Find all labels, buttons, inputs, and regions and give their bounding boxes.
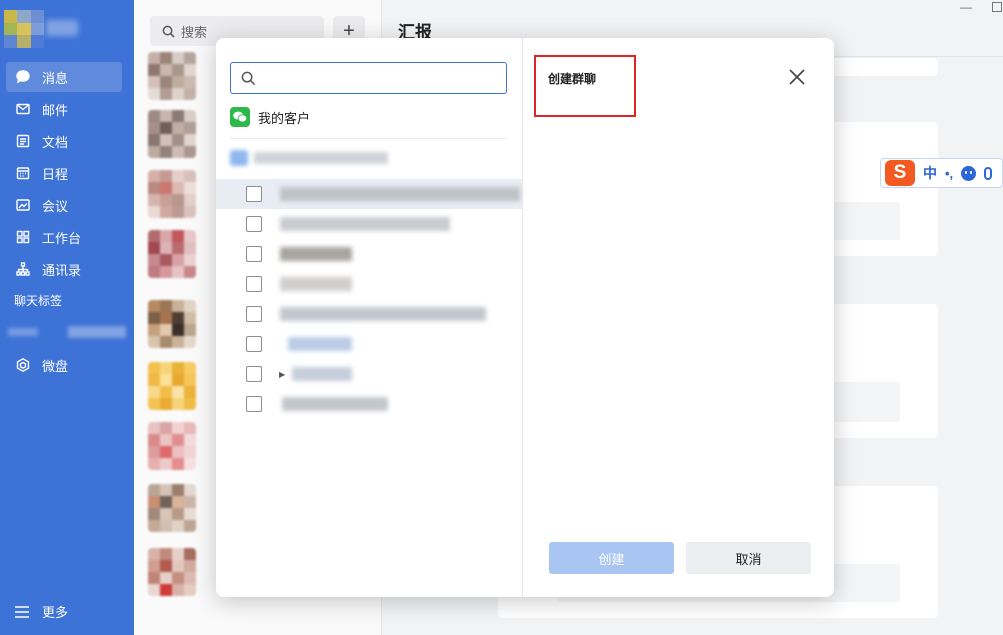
conversation-avatar[interactable] [148,110,196,158]
sidebar-item-label: 微盘 [42,358,69,374]
member-row[interactable] [216,239,523,269]
emoji-face-icon[interactable] [961,165,977,181]
member-checkbox[interactable] [246,366,262,382]
sidebar-item-workbench[interactable]: 工作台 [6,222,122,252]
conversation-avatar[interactable] [148,300,196,348]
my-customers-item[interactable]: 我的客户 [230,107,310,127]
sidebar-item-drive[interactable]: 微盘 [6,350,122,380]
sidebar-item-mail[interactable]: 邮件 [6,94,122,124]
conversation-avatar[interactable] [148,52,196,100]
member-row[interactable] [216,299,523,329]
member-row[interactable] [216,329,523,359]
sidebar-item-docs[interactable]: 文档 [6,126,122,156]
minimize-button[interactable]: — [960,0,972,14]
user-name-blurred [46,20,78,36]
conversation-avatar[interactable] [148,230,196,278]
member-checkbox[interactable] [246,306,262,322]
search-icon [162,25,175,38]
close-icon [789,69,805,85]
mail-icon [14,100,32,118]
department-group-header[interactable] [230,146,390,170]
member-checkbox[interactable] [246,186,262,202]
member-checkbox[interactable] [246,276,262,292]
sidebar-item-contacts[interactable]: 通讯录 [6,254,122,284]
member-checkbox[interactable] [246,396,262,412]
sidebar-item-label: 邮件 [42,102,69,118]
user-avatar[interactable] [4,10,44,48]
chat-tags-section-label: 聊天标签 [14,294,63,308]
calendar-icon [14,164,32,182]
member-row[interactable]: ▶ [216,359,523,389]
sidebar: 消息 邮件 文档 日程 会议 工作台 通讯录 聊天标签 微盘 更多 [0,0,134,635]
workbench-grid-icon [14,228,32,246]
member-row[interactable] [216,389,523,419]
sidebar-item-meetings[interactable]: 会议 [6,190,122,220]
ime-toolbar[interactable]: S 中 •, [880,158,1003,188]
member-row[interactable] [216,269,523,299]
sidebar-item-label: 会议 [42,198,69,214]
sidebar-item-label: 日程 [42,166,69,182]
conversation-avatar[interactable] [148,484,196,532]
conversation-avatar[interactable] [148,362,196,410]
ime-logo[interactable]: S [885,160,915,186]
conversation-avatar[interactable] [148,548,196,596]
sidebar-item-label: 消息 [42,70,69,86]
sidebar-item-label: 工作台 [42,230,82,246]
conversation-avatar[interactable] [148,422,196,470]
close-button[interactable] [786,66,808,88]
wechat-icon [230,107,250,127]
create-button[interactable]: 创建 [549,542,674,574]
member-checkbox[interactable] [246,246,262,262]
sidebar-item-label: 文档 [42,134,69,150]
hamburger-icon [15,605,29,618]
more-label: 更多 [42,605,69,620]
chat-bubble-icon [14,68,32,86]
ime-mode-toggle[interactable]: 中 [923,163,937,183]
sidebar-item-label: 通讯录 [42,262,82,278]
drive-cube-icon [14,356,32,374]
microphone-icon[interactable] [984,166,993,180]
expand-caret-icon[interactable]: ▶ [279,370,285,379]
member-search-field[interactable] [230,62,507,94]
member-row[interactable] [216,179,523,209]
divider [230,138,507,139]
my-customers-label: 我的客户 [258,110,311,126]
conversation-avatar[interactable] [148,170,196,218]
dialog-title: 创建群聊 [548,72,597,86]
ime-punctuation-toggle[interactable]: •, [945,166,953,181]
selected-members-panel: 创建群聊 创建 取消 [524,38,834,597]
member-row[interactable] [216,209,523,239]
member-picker-panel: 我的客户 ▶ [216,38,523,597]
member-checkbox[interactable] [246,216,262,232]
chat-tag-blurred[interactable] [8,324,128,340]
meeting-icon [14,196,32,214]
search-icon [241,71,256,85]
maximize-button[interactable] [992,2,1002,12]
cancel-button[interactable]: 取消 [686,542,811,574]
search-placeholder: 搜索 [181,24,208,40]
more-menu-button[interactable]: 更多 [14,602,68,621]
member-checkbox[interactable] [246,336,262,352]
create-group-dialog: 我的客户 ▶ 创建群聊 创建 取消 [216,38,834,597]
member-search-input[interactable] [262,70,502,86]
document-icon [14,132,32,150]
sidebar-item-messages[interactable]: 消息 [6,62,122,92]
sidebar-item-calendar[interactable]: 日程 [6,158,122,188]
contacts-tree-icon [14,260,32,278]
